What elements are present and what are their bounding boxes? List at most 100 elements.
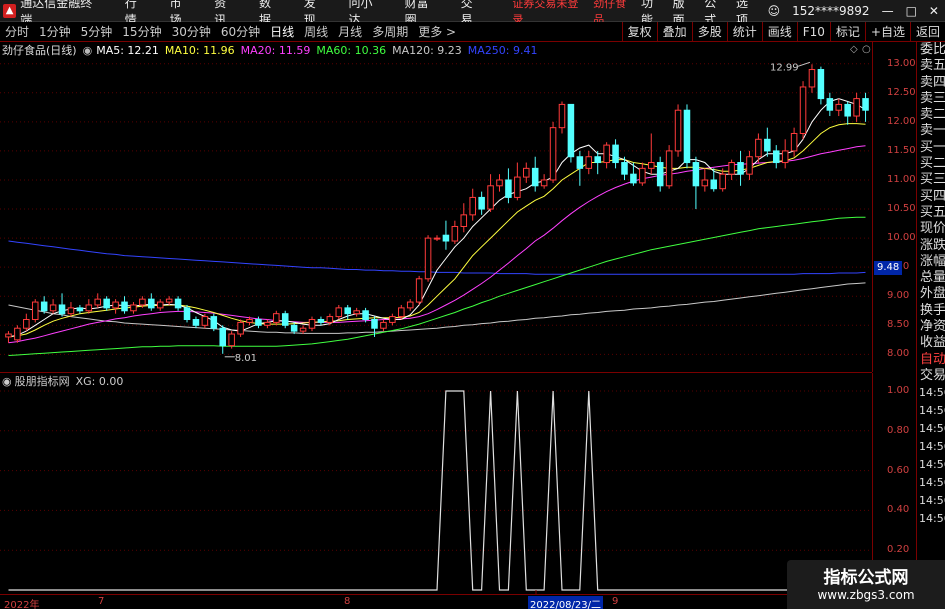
candle-up	[665, 150, 673, 187]
candle-up	[94, 298, 102, 306]
indicator-toggle-icon[interactable]: ◉	[83, 44, 93, 57]
candle-down	[317, 318, 325, 323]
indicator-tick: 1.00	[887, 385, 910, 396]
sidebar-item[interactable]: 买一	[917, 140, 945, 156]
sidebar-item[interactable]: 涨幅	[917, 254, 945, 270]
watermark: 指标公式网 www.zbgs3.com	[787, 560, 945, 609]
indicator-value: XG: 0.00	[75, 374, 124, 388]
high-marker-arrow	[797, 61, 811, 67]
sidebar-item[interactable]: 涨跌	[917, 238, 945, 254]
sidebar-item[interactable]: 换手	[917, 303, 945, 319]
candle-up	[648, 162, 655, 169]
sidebar-item[interactable]: 卖四	[917, 75, 945, 91]
stock-period-label: 劲仔食品(日线)	[2, 44, 77, 57]
candle-down	[567, 103, 575, 158]
candle-up	[264, 321, 271, 326]
sidebar-item[interactable]: 净资	[917, 319, 945, 335]
candle-up	[139, 298, 146, 306]
candle-up	[540, 179, 548, 187]
candle-down	[826, 98, 834, 111]
date-label-jul: 7	[98, 596, 105, 607]
trade-time: 14:56	[919, 512, 945, 526]
kline-chart[interactable]: 12.99 8.01 ◇ ○	[0, 0, 872, 594]
price-tick: 13.00	[887, 57, 916, 69]
sidebar-item[interactable]: 卖三	[917, 91, 945, 107]
candle-up	[112, 301, 119, 309]
candle-up	[130, 304, 137, 312]
candle-up	[237, 321, 244, 335]
sidebar-item[interactable]: 买二	[917, 156, 945, 172]
sidebar-item[interactable]: 卖五	[917, 58, 945, 74]
sidebar-item[interactable]: 委比	[917, 42, 945, 58]
date-label-year: 2022年	[4, 600, 40, 609]
indicator-name[interactable]: 股朋指标网	[15, 373, 70, 389]
candle-up	[549, 127, 557, 181]
candle-up	[799, 86, 807, 134]
candle-up	[23, 318, 30, 329]
candle-up	[273, 313, 280, 323]
candle-up	[156, 301, 164, 309]
price-tick: 11.00	[887, 173, 916, 185]
sidebar-item[interactable]: 卖一	[917, 123, 945, 139]
candle-down	[576, 156, 584, 169]
candle-up	[469, 196, 476, 216]
trade-time: 14:56	[919, 440, 945, 454]
candle-up	[719, 173, 726, 190]
tool-fanhui[interactable]: 返回	[909, 22, 945, 41]
price-tick: 8.50	[887, 319, 910, 331]
candle-down	[710, 179, 718, 190]
candle-down	[148, 298, 155, 309]
maximize-icon[interactable]: □	[900, 4, 923, 18]
candle-up	[353, 310, 360, 315]
candle-up	[514, 176, 521, 198]
candle-up	[335, 307, 343, 318]
sidebar-item[interactable]: 买五	[917, 205, 945, 221]
candle-up	[674, 109, 682, 152]
auto-trade-item[interactable]: 自动	[917, 352, 945, 368]
sidebar-item[interactable]: 外盘	[917, 286, 945, 302]
indicator-pane-toggle-icon[interactable]: ◉	[2, 375, 12, 388]
sidebar-item[interactable]: 总量	[917, 270, 945, 286]
minimize-icon[interactable]: —	[876, 4, 900, 18]
candle-down	[612, 144, 619, 164]
auto-trade-item[interactable]: 交易	[917, 368, 945, 384]
sidebar-item[interactable]: 买三	[917, 172, 945, 188]
candle-down	[344, 307, 351, 315]
candle-up	[808, 69, 816, 88]
candle-down	[174, 298, 182, 309]
candle-up	[558, 103, 566, 129]
ma120-label: MA120: 9.23	[392, 43, 462, 57]
candle-down	[630, 173, 637, 184]
candle-up	[406, 301, 414, 309]
sidebar-item[interactable]: 卖二	[917, 107, 945, 123]
candle-up	[85, 304, 93, 312]
candle-down	[442, 234, 450, 242]
candle-up	[165, 298, 173, 303]
pane-divider[interactable]	[0, 372, 872, 373]
trade-time: 14:56	[919, 458, 945, 472]
candle-down	[737, 162, 744, 175]
trade-time: 14:56	[919, 386, 945, 400]
candle-up	[433, 237, 441, 240]
chart-circle-icon: ○	[862, 44, 871, 55]
sidebar-item[interactable]: 现价	[917, 221, 945, 237]
price-tick: 11.50	[887, 144, 916, 156]
candle-up	[49, 304, 57, 312]
candle-down	[531, 167, 539, 187]
candle-up	[487, 185, 494, 210]
candle-down	[371, 318, 378, 329]
candle-up	[67, 307, 75, 315]
candle-down	[183, 307, 191, 320]
indicator-tick: 0.40	[887, 504, 910, 516]
ma20-line	[8, 145, 866, 344]
sidebar-item[interactable]: 收益	[917, 335, 945, 351]
trade-time: 14:56	[919, 476, 945, 490]
candle-up	[728, 162, 735, 175]
candle-down	[478, 196, 485, 210]
high-price-label: 12.99	[770, 62, 799, 73]
close-icon[interactable]: ✕	[923, 4, 945, 18]
candle-up	[31, 301, 39, 320]
sidebar-item[interactable]: 买四	[917, 189, 945, 205]
candle-up	[460, 214, 468, 227]
trade-time: 14:56	[919, 494, 945, 508]
